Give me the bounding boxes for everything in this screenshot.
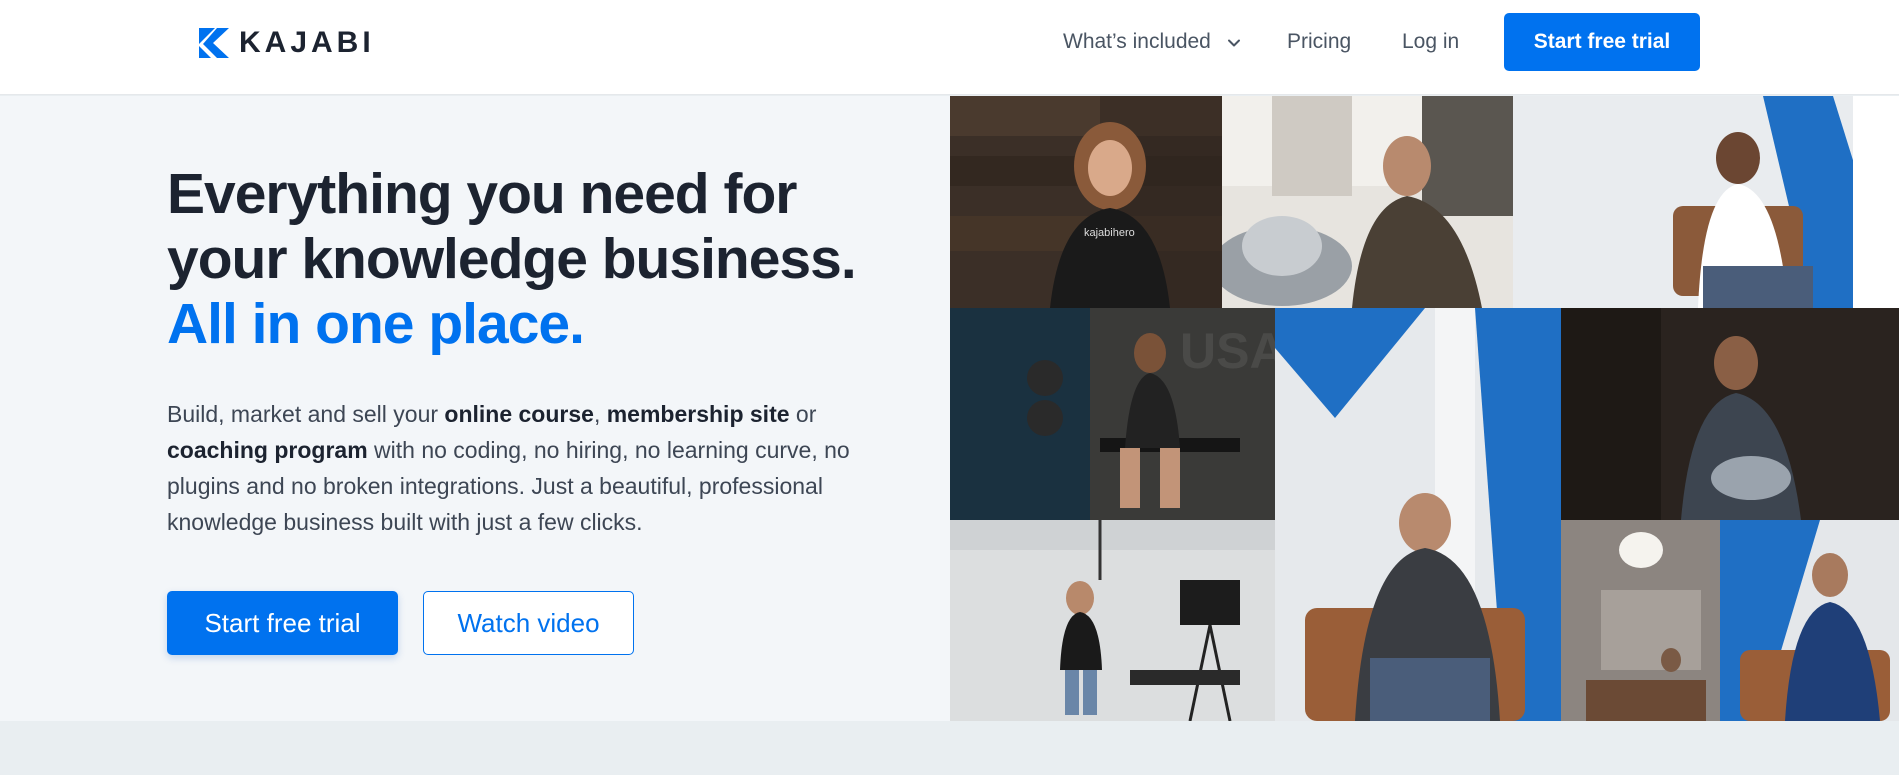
hero-description: Build, market and sell your online cours… bbox=[167, 396, 887, 540]
nav-whats-included[interactable]: What’s included bbox=[1063, 0, 1241, 84]
photo-man-blue-shirt-chair bbox=[1720, 520, 1899, 721]
chevron-down-icon bbox=[1227, 39, 1240, 47]
desc-bold-online-course: online course bbox=[444, 401, 594, 427]
nav-login-label[interactable]: Log in bbox=[1402, 30, 1459, 54]
desc-text-1: Build, market and sell your bbox=[167, 401, 445, 427]
logo-wordmark: KAJABI bbox=[239, 26, 375, 59]
hero-section: Everything you need for your knowledge b… bbox=[0, 96, 1899, 721]
photo-man-motorcycle bbox=[1222, 96, 1513, 308]
photo-man-glasses-chair bbox=[1275, 308, 1561, 721]
photo-man-chair-blue-wall bbox=[1513, 96, 1899, 308]
photo-man-dark-room bbox=[1561, 308, 1899, 520]
headline-accent: All in one place. bbox=[167, 292, 585, 356]
headline-line-2: your knowledge business. bbox=[167, 227, 857, 291]
desc-bold-membership-site: membership site bbox=[606, 401, 790, 427]
desc-text-3: or bbox=[789, 401, 817, 427]
kajabi-k-logo-icon bbox=[199, 28, 229, 58]
watch-video-button[interactable]: Watch video bbox=[423, 591, 634, 655]
site-header: KAJABI What’s included Pricing Log in St… bbox=[0, 0, 1899, 95]
nav-pricing-label[interactable]: Pricing bbox=[1287, 30, 1351, 54]
nav-pricing[interactable]: Pricing bbox=[1287, 0, 1351, 84]
headline-line-1: Everything you need for bbox=[167, 162, 797, 226]
svg-text:USA: USA bbox=[1180, 323, 1275, 379]
hero-start-free-trial-button[interactable]: Start free trial bbox=[167, 591, 398, 655]
nav-whats-included-label[interactable]: What’s included bbox=[1063, 30, 1211, 54]
photo-collage: kajabihero USA bbox=[950, 96, 1899, 721]
bottom-band bbox=[0, 721, 1899, 775]
photo-woman-gym-bench: USA bbox=[950, 308, 1275, 520]
photo-woman-camera-studio bbox=[950, 520, 1275, 721]
nav-login[interactable]: Log in bbox=[1402, 0, 1459, 84]
shirt-text: kajabihero bbox=[1084, 227, 1135, 239]
photo-office-chandelier bbox=[1561, 520, 1720, 721]
hero-headline: Everything you need for your knowledge b… bbox=[167, 162, 927, 357]
header-start-free-trial-button[interactable]: Start free trial bbox=[1504, 13, 1700, 71]
desc-bold-coaching-program: coaching program bbox=[167, 437, 368, 463]
kajabi-logo[interactable]: KAJABI bbox=[199, 26, 375, 59]
photo-woman-wood-wall: kajabihero bbox=[950, 96, 1222, 308]
desc-text-2: , bbox=[593, 401, 607, 427]
